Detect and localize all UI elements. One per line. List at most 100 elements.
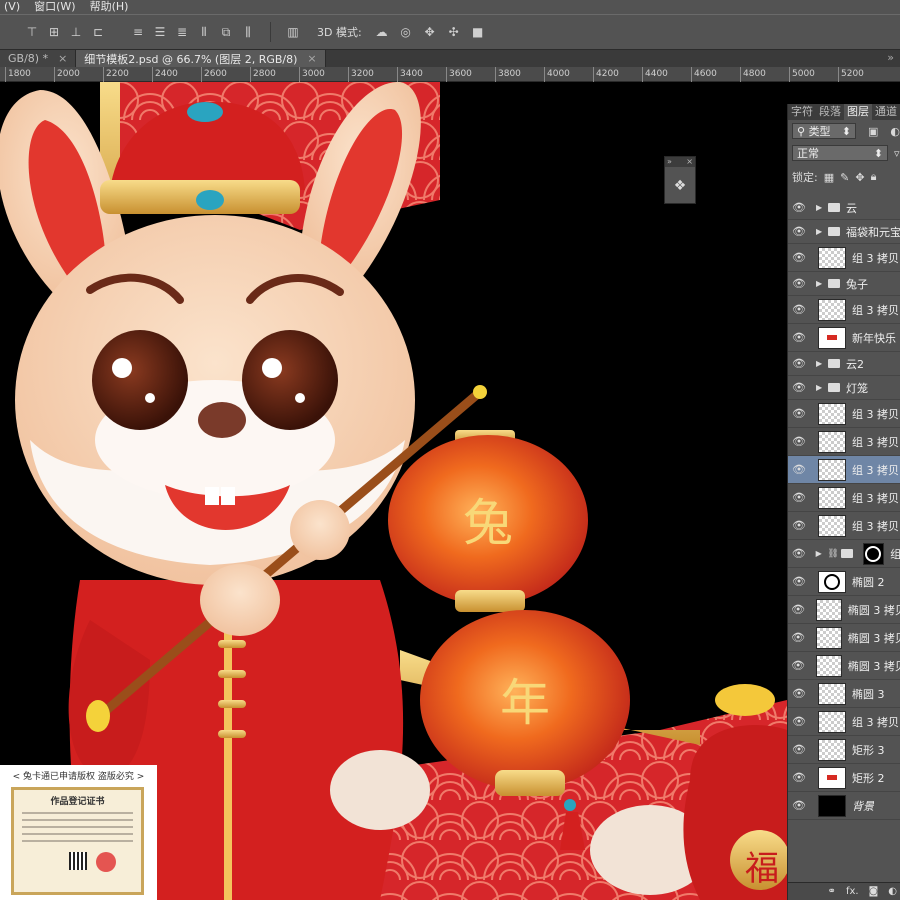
align-bottom-icon[interactable]: ⊥ (68, 24, 84, 40)
layer-row[interactable]: 👁︎ ▶ ⛓ 组 (788, 540, 900, 568)
3d-pan-icon[interactable]: ✥ (422, 24, 438, 40)
adjustment-icon[interactable]: ◐ (888, 886, 897, 897)
3d-roll-icon[interactable]: ◎ (398, 24, 414, 40)
layer-group-row[interactable]: 👁︎ ▶ 云2 (788, 352, 900, 376)
tabs-overflow-icon[interactable]: » (887, 51, 894, 64)
tab-channels[interactable]: 通道 (872, 104, 900, 120)
expand-arrow-icon[interactable]: ▶ (816, 383, 826, 392)
visibility-eye-icon[interactable]: 👁︎ (788, 631, 808, 644)
visibility-eye-icon[interactable]: 👁︎ (788, 771, 810, 784)
expand-arrow-icon[interactable]: ▶ (816, 279, 826, 288)
tab-paragraph[interactable]: 段落 (816, 104, 844, 120)
expand-arrow-icon[interactable]: ▶ (816, 227, 826, 236)
lock-position-icon[interactable]: ✥ (855, 171, 864, 184)
close-icon[interactable]: × (58, 52, 67, 65)
layer-thumbnail[interactable] (818, 326, 846, 349)
layer-filter-select[interactable]: ⚲ 类型 ⬍ (792, 123, 856, 139)
lock-pixels-icon[interactable]: ✎ (840, 171, 849, 184)
3d-scale-icon[interactable]: ■ (470, 24, 486, 40)
visibility-eye-icon[interactable]: 👁︎ (788, 799, 810, 812)
3d-cube-icon[interactable]: ❖ (665, 167, 695, 205)
tab-character[interactable]: 字符 (788, 104, 816, 120)
align-vcenter-icon[interactable]: ⊞ (46, 24, 62, 40)
layer-group-row[interactable]: 👁︎ ▶ 灯笼 (788, 376, 900, 400)
visibility-eye-icon[interactable]: 👁︎ (788, 715, 810, 728)
layer-row[interactable]: 👁︎ 组 3 拷贝 (788, 400, 900, 428)
visibility-eye-icon[interactable]: 👁︎ (788, 201, 810, 214)
tab-document-2[interactable]: 细节模板2.psd @ 66.7% (图层 2, RGB/8) × (76, 50, 326, 67)
visibility-eye-icon[interactable]: 👁︎ (788, 575, 810, 588)
layer-row[interactable]: 👁︎ 新年快乐 (788, 324, 900, 352)
menu-help[interactable]: 帮助(H) (86, 0, 139, 14)
layer-group-row[interactable]: 👁︎ ▶ 福袋和元宝 (788, 220, 900, 244)
layer-row[interactable]: 👁︎ 椭圆 3 拷贝 (788, 624, 900, 652)
mini-3d-panel[interactable]: » × ❖ (664, 156, 696, 204)
distribute-top-icon[interactable]: ≡ (130, 24, 146, 40)
mask-icon[interactable]: ◙ (869, 886, 879, 897)
visibility-eye-icon[interactable]: 👁︎ (788, 277, 810, 290)
visibility-eye-icon[interactable]: 👁︎ (788, 659, 808, 672)
layer-row[interactable]: 👁︎ 组 3 拷贝 (788, 428, 900, 456)
layer-row[interactable]: 👁︎ 椭圆 2 (788, 568, 900, 596)
visibility-eye-icon[interactable]: 👁︎ (788, 303, 810, 316)
visibility-eye-icon[interactable]: 👁︎ (788, 603, 808, 616)
lock-all-icon[interactable]: 🔒︎ (871, 170, 877, 184)
visibility-eye-icon[interactable]: 👁︎ (788, 743, 810, 756)
3d-slide-icon[interactable]: ✣ (446, 24, 462, 40)
close-icon[interactable]: × (307, 52, 316, 65)
layer-row[interactable]: 👁︎ 组 3 拷贝 (788, 708, 900, 736)
distribute-right-icon[interactable]: ⫼ (240, 24, 256, 40)
distribute-left-icon[interactable]: ⫴ (196, 24, 212, 40)
layer-thumbnail[interactable] (816, 626, 842, 649)
layer-thumbnail[interactable] (816, 654, 842, 677)
visibility-eye-icon[interactable]: 👁︎ (788, 331, 810, 344)
expand-arrow-icon[interactable]: ▶ (816, 359, 826, 368)
align-top-icon[interactable]: ⊤ (24, 24, 40, 40)
distribute-bottom-icon[interactable]: ≣ (174, 24, 190, 40)
layer-thumbnail[interactable] (818, 298, 846, 321)
3d-orbit-icon[interactable]: ☁ (374, 24, 390, 40)
visibility-eye-icon[interactable]: 👁︎ (788, 407, 810, 420)
auto-align-icon[interactable]: ▥ (285, 24, 301, 40)
layer-thumbnail[interactable] (818, 402, 846, 425)
menu-window[interactable]: 窗口(W) (30, 0, 85, 14)
lock-transparent-icon[interactable]: ▦ (824, 171, 834, 184)
tab-layers[interactable]: 图层 (844, 104, 872, 120)
visibility-eye-icon[interactable]: 👁︎ (788, 547, 810, 560)
fx-icon[interactable]: fx. (846, 886, 859, 897)
distribute-vcenter-icon[interactable]: ☰ (152, 24, 168, 40)
layer-row[interactable]: 👁︎ 矩形 3 (788, 736, 900, 764)
visibility-eye-icon[interactable]: 👁︎ (788, 251, 810, 264)
close-icon[interactable]: × (686, 157, 693, 167)
visibility-eye-icon[interactable]: 👁︎ (788, 381, 810, 394)
layer-thumbnail[interactable] (818, 458, 846, 481)
layer-row[interactable]: 👁︎ 椭圆 3 拷贝 (788, 652, 900, 680)
layer-row[interactable]: 👁︎ 组 3 拷贝 (788, 484, 900, 512)
visibility-eye-icon[interactable]: 👁︎ (788, 357, 810, 370)
visibility-eye-icon[interactable]: 👁︎ (788, 687, 810, 700)
layer-row[interactable]: 👁︎ 矩形 2 (788, 764, 900, 792)
link-icon[interactable]: ⚭ (828, 886, 836, 897)
tab-document-1[interactable]: GB/8) * × (0, 50, 77, 67)
visibility-eye-icon[interactable]: 👁︎ (788, 491, 810, 504)
visibility-eye-icon[interactable]: 👁︎ (788, 225, 810, 238)
layer-thumbnail[interactable] (818, 430, 846, 453)
layer-group-row[interactable]: 👁︎ ▶ 云 (788, 196, 900, 220)
opacity-icon[interactable]: ▿ (894, 147, 900, 160)
align-left-icon[interactable]: ⊏ (90, 24, 106, 40)
layer-row[interactable]: 👁︎ 背景 (788, 792, 900, 820)
layer-row[interactable]: 👁︎ 组 3 拷贝 (788, 296, 900, 324)
adjust-filter-icon[interactable]: ◐ (890, 125, 900, 138)
layer-row[interactable]: 👁︎ 椭圆 3 (788, 680, 900, 708)
layer-thumbnail[interactable] (818, 794, 846, 817)
menu-view[interactable]: (V) (0, 0, 30, 14)
blend-mode-select[interactable]: 正常 ⬍ (792, 145, 888, 161)
layer-row[interactable]: 👁︎ 椭圆 3 拷贝 (788, 596, 900, 624)
layer-row[interactable]: 👁︎ 组 3 拷贝 (788, 512, 900, 540)
layer-thumbnail[interactable] (818, 486, 846, 509)
layer-thumbnail[interactable] (818, 738, 846, 761)
layer-thumbnail[interactable] (816, 598, 842, 621)
visibility-eye-icon[interactable]: 👁︎ (788, 463, 810, 476)
layer-row[interactable]: 👁︎ 组 3 拷贝 (788, 244, 900, 272)
layer-thumbnail[interactable] (818, 710, 846, 733)
